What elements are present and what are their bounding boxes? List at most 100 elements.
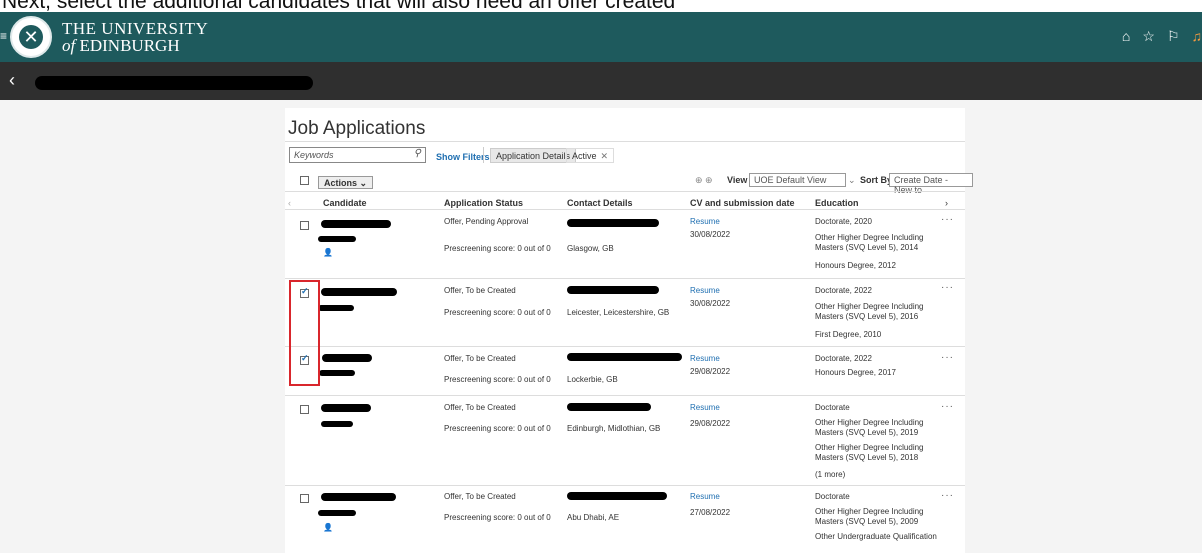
education-item: Other Undergraduate Qualification [815, 532, 945, 542]
more-education-link[interactable]: (1 more) [815, 470, 845, 480]
bell-icon[interactable]: ♫ [1192, 28, 1202, 45]
column-contact-details[interactable]: Contact Details [567, 198, 633, 208]
education-item: Other Higher Degree Including Masters (S… [815, 507, 933, 527]
user-icon[interactable]: 👤 [323, 523, 333, 532]
menu-icon[interactable]: ≡ [0, 29, 7, 43]
location: Glasgow, GB [567, 244, 614, 254]
location: Leicester, Leicestershire, GB [567, 308, 669, 318]
resume-link[interactable]: Resume [690, 354, 720, 364]
redacted-candidate-id [319, 370, 355, 376]
redacted-candidate-name [321, 220, 391, 228]
prescreening-score: Prescreening score: 0 out of 0 [444, 244, 551, 254]
education-item: Doctorate, 2022 [815, 286, 872, 296]
more-options-icon[interactable]: ··· [941, 214, 954, 225]
view-label: View [727, 175, 747, 185]
page-title-bar: ‹ [0, 62, 1202, 100]
column-candidate[interactable]: Candidate [323, 198, 367, 208]
university-name-line2: of EDINBURGH [62, 36, 180, 56]
zoom-icons[interactable]: ⊕ ⊕ [695, 175, 713, 186]
education-item: Other Higher Degree Including Masters (S… [815, 418, 933, 438]
row-checkbox[interactable] [300, 405, 309, 414]
submission-date: 30/08/2022 [690, 230, 730, 240]
search-input[interactable]: Keywords ⚲ [289, 147, 426, 163]
education-item: Doctorate [815, 403, 850, 413]
education-item: Other Higher Degree Including Masters (S… [815, 302, 933, 322]
scroll-left-icon[interactable]: ‹ [288, 198, 291, 208]
redacted-candidate-id [321, 421, 353, 427]
application-status: Offer, Pending Approval [444, 217, 528, 227]
page-title: Job Applications [288, 118, 425, 140]
prescreening-score: Prescreening score: 0 out of 0 [444, 513, 551, 523]
column-application-status[interactable]: Application Status [444, 198, 523, 208]
redacted-email [567, 492, 667, 500]
user-icon[interactable]: 👤 [323, 248, 333, 257]
resume-link[interactable]: Resume [690, 403, 720, 413]
redacted-email [567, 403, 651, 411]
submission-date: 29/08/2022 [690, 419, 730, 429]
search-icon[interactable]: ⚲ [414, 148, 421, 159]
view-select[interactable]: UOE Default View [749, 173, 846, 187]
sort-by-select[interactable]: Create Date - New to [889, 173, 973, 187]
redacted-job-title [35, 76, 313, 90]
redacted-email [567, 286, 659, 294]
location: Lockerbie, GB [567, 375, 618, 385]
redacted-candidate-name [321, 404, 371, 412]
application-status: Offer, To be Created [444, 286, 516, 296]
location: Abu Dhabi, AE [567, 513, 619, 523]
prescreening-score: Prescreening score: 0 out of 0 [444, 375, 551, 385]
education-item: Doctorate, 2020 [815, 217, 872, 227]
close-icon[interactable]: ✕ [601, 151, 609, 161]
redacted-candidate-id [318, 305, 354, 311]
column-education[interactable]: Education [815, 198, 859, 208]
education-item: Doctorate [815, 492, 850, 502]
redacted-candidate-name [321, 493, 396, 501]
submission-date: 30/08/2022 [690, 299, 730, 309]
top-navigation-bar: ≡ ✕ THE UNIVERSITY of EDINBURGH ⌂ ☆ ⚐ ♫ [0, 12, 1202, 62]
row-checkbox[interactable] [300, 494, 309, 503]
redacted-email [567, 219, 659, 227]
row-checkbox[interactable] [300, 221, 309, 230]
application-status: Offer, To be Created [444, 492, 516, 502]
column-cv-submission-date[interactable]: CV and submission date [690, 198, 795, 208]
resume-link[interactable]: Resume [690, 286, 720, 296]
sort-by-label: Sort By [860, 175, 892, 185]
select-all-checkbox[interactable] [300, 176, 309, 185]
selection-highlight-box [289, 280, 320, 386]
education-item: Other Higher Degree Including Masters (S… [815, 443, 933, 463]
show-filters-link[interactable]: Show Filters [436, 152, 490, 162]
redacted-email [567, 353, 682, 361]
application-status: Offer, To be Created [444, 354, 516, 364]
flag-icon[interactable]: ⚐ [1167, 28, 1180, 45]
more-options-icon[interactable]: ··· [941, 490, 954, 501]
education-item: First Degree, 2010 [815, 330, 881, 340]
redacted-candidate-id [318, 236, 356, 242]
redacted-candidate-name [322, 354, 372, 362]
back-icon[interactable]: ‹ [9, 70, 15, 91]
star-icon[interactable]: ☆ [1142, 28, 1155, 45]
submission-date: 29/08/2022 [690, 367, 730, 377]
chevron-down-icon[interactable]: ⌄ [848, 175, 856, 186]
chevron-down-icon: ⌄ [360, 178, 368, 188]
scroll-right-icon[interactable]: › [945, 198, 948, 208]
education-item: Honours Degree, 2017 [815, 368, 896, 378]
application-details-chip[interactable]: Application Details [490, 148, 576, 163]
education-item: Other Higher Degree Including Masters (S… [815, 233, 933, 253]
more-options-icon[interactable]: ··· [941, 352, 954, 363]
home-icon[interactable]: ⌂ [1122, 28, 1130, 45]
active-filter-chip[interactable]: Active✕ [566, 148, 614, 163]
actions-menu-button[interactable]: Actions ⌄ [318, 176, 373, 189]
more-options-icon[interactable]: ··· [941, 401, 954, 412]
resume-link[interactable]: Resume [690, 217, 720, 227]
education-item: Honours Degree, 2012 [815, 261, 896, 271]
university-crest-logo[interactable]: ✕ [10, 16, 52, 58]
redacted-candidate-id [318, 510, 356, 516]
redacted-candidate-name [321, 288, 397, 296]
education-item: Doctorate, 2022 [815, 354, 872, 364]
prescreening-score: Prescreening score: 0 out of 0 [444, 308, 551, 318]
resume-link[interactable]: Resume [690, 492, 720, 502]
location: Edinburgh, Midlothian, GB [567, 424, 660, 434]
application-status: Offer, To be Created [444, 403, 516, 413]
submission-date: 27/08/2022 [690, 508, 730, 518]
more-options-icon[interactable]: ··· [941, 282, 954, 293]
job-applications-panel: Job Applications Keywords ⚲ Show Filters… [285, 108, 965, 553]
